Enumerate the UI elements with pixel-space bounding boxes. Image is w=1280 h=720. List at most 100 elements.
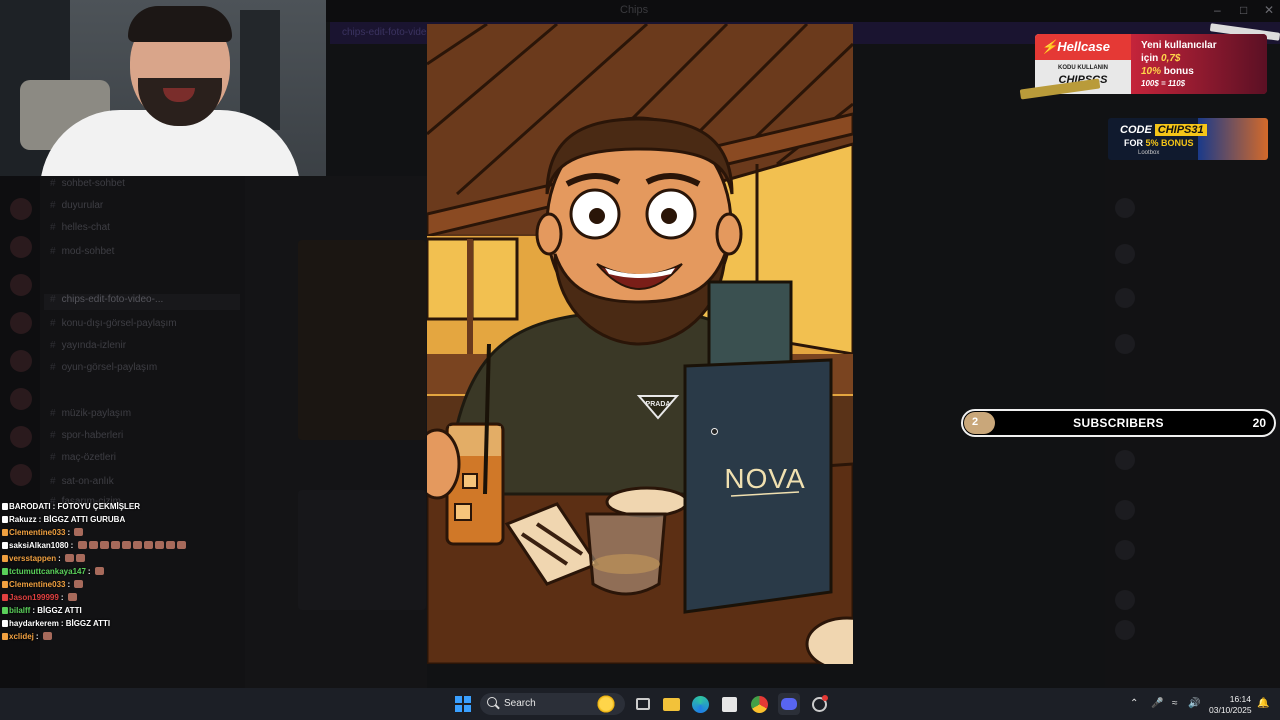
server-icon[interactable] [10,274,32,296]
chat-text: BİGGZ ATTI [37,606,82,615]
chat-text: BİGGZ ATTI [65,619,111,628]
chat-text: FOTOYU ÇEKMİŞLER [57,502,141,511]
taskbar-clock[interactable]: 16:14 03/10/2025 [1209,694,1252,716]
subscriber-goal-bar: 2 SUBSCRIBERS 20 [961,409,1276,437]
member-avatar[interactable] [1115,198,1135,218]
lootbox-bonus: FOR 5% BONUS [1124,138,1194,148]
chat-username[interactable]: saksiAlkan1080 [9,541,69,550]
channel-item[interactable]: # sohbet-sohbet [50,178,125,194]
volume-icon[interactable]: 🔊 [1188,698,1200,709]
emote-icon [99,541,109,549]
task-view-button[interactable] [632,693,654,715]
channel-label: sat-on-anlık [61,476,114,487]
hash-icon: # [50,200,56,211]
chat-username[interactable]: BARODATI [9,502,51,511]
channel-label: konu-dışı-görsel-paylaşım [61,318,177,329]
server-icon[interactable] [10,426,32,448]
lootbox-code: CODE CHIPS31 [1120,124,1207,136]
chat-message: Rakuzz: BİGGZ ATTI GURUBA [2,515,125,524]
channel-item[interactable]: # konu-dışı-görsel-paylaşım [50,318,177,334]
channel-item[interactable]: # chips-edit-foto-video-... [44,294,240,310]
member-avatar[interactable] [1115,620,1135,640]
emote-icon [77,541,87,549]
chat-username[interactable]: Clementine033 [9,528,65,537]
channel-item[interactable]: # yayında-izlenir [50,340,126,356]
store-button[interactable] [718,693,740,715]
server-icon[interactable] [10,198,32,220]
channel-item[interactable]: # sat-on-anlık [50,476,114,492]
channel-item[interactable]: # duyurular [50,200,103,216]
chrome-icon [750,695,768,713]
hash-icon: # [50,408,56,419]
server-icon[interactable] [10,350,32,372]
hash-icon: # [50,340,56,351]
chat-username[interactable]: xclidej [9,632,34,641]
menu-sign-text: NOVA [724,463,805,494]
edge-button[interactable] [689,693,711,715]
chat-message: bilalff: BİGGZ ATTI [2,606,82,615]
microphone-icon[interactable]: 🎤 [1151,698,1163,709]
server-icon[interactable] [10,236,32,258]
clock-date: 03/10/2025 [1209,705,1252,715]
minimize-icon[interactable]: – [1214,3,1221,17]
member-avatar[interactable] [1115,540,1135,560]
server-icon[interactable] [10,312,32,334]
folder-icon [662,697,680,711]
message-image[interactable] [298,490,426,610]
channel-item[interactable]: # helles-chat [50,222,110,238]
chat-username[interactable]: versstappen [9,554,56,563]
chat-username[interactable]: tctumuttcankaya147 [9,567,86,576]
emote-icon [67,593,77,601]
chat-username[interactable]: Rakuzz [9,515,37,524]
member-avatar[interactable] [1115,334,1135,354]
close-icon[interactable]: ✕ [1264,3,1274,17]
chevron-up-icon[interactable]: ⌃ [1130,698,1138,709]
message-image[interactable] [298,240,426,440]
wifi-icon[interactable]: ≈ [1172,698,1178,709]
emote-icon [74,528,84,536]
channel-item[interactable]: # maç-özetleri [50,452,116,468]
badge-icon [2,594,8,601]
server-icon[interactable] [10,464,32,486]
chat-username[interactable]: haydarkerem [9,619,59,628]
emote-icon [110,541,120,549]
file-explorer-button[interactable] [660,693,682,715]
discord-button[interactable] [778,693,800,715]
chrome-button[interactable] [748,693,770,715]
emote-icon [42,632,52,640]
webcam-overlay [0,0,326,176]
member-avatar[interactable] [1115,500,1135,520]
start-button[interactable] [452,693,474,715]
notification-bell-icon[interactable]: 🔔 [1257,698,1269,709]
channel-item[interactable]: # oyun-görsel-paylaşım [50,362,157,378]
hash-icon: # [50,476,56,487]
member-avatar[interactable] [1115,288,1135,308]
maximize-icon[interactable]: □ [1240,3,1247,17]
hash-icon: # [50,294,56,305]
cartoon-image[interactable]: PRADA NOVA [427,24,853,664]
server-icon[interactable] [10,388,32,410]
member-avatar[interactable] [1115,590,1135,610]
member-avatar[interactable] [1115,450,1135,470]
chat-username[interactable]: Jason199999 [9,593,59,602]
chat-username[interactable]: bilalff [9,606,30,615]
hellcase-line3: 10% bonus [1141,66,1194,77]
member-avatar[interactable] [1115,244,1135,264]
hellcase-line1: Yeni kullanıcılar [1141,40,1217,51]
chat-username[interactable]: Clementine033 [9,580,65,589]
window-title: Chips [620,4,649,16]
badge-icon [2,503,8,510]
lootbox-banner[interactable]: CODE CHIPS31 FOR 5% BONUS Lootbox [1108,118,1268,160]
channel-item[interactable]: # mod-sohbet [50,246,114,262]
channel-label: mod-sohbet [61,246,115,257]
badge-icon [2,568,8,575]
task-view-icon [636,698,650,710]
badge-icon [2,542,8,549]
channel-item[interactable]: # müzik-paylaşım [50,408,131,424]
badge-icon [2,516,8,523]
hellcase-line2: için 0,7$ [1141,53,1181,64]
channel-item[interactable]: # spor-haberleri [50,430,123,446]
chat-message: BARODATI: FOTOYU ÇEKMİŞLER [2,502,140,511]
emote-icon [176,541,186,549]
hash-icon: # [50,362,56,373]
